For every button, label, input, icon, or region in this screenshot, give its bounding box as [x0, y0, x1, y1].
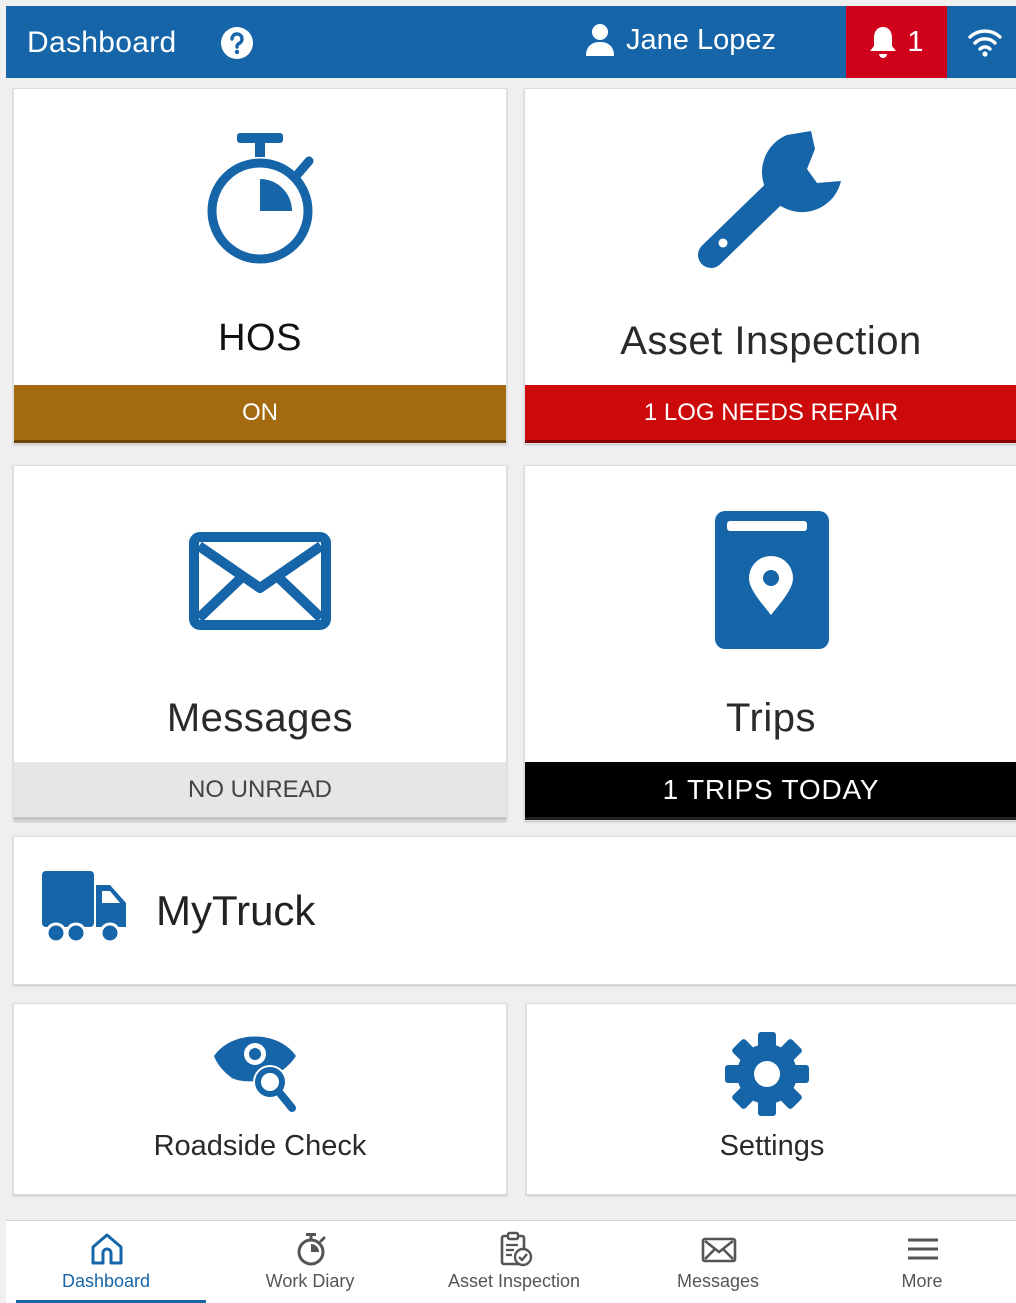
nav-messages-label: Messages: [676, 1271, 760, 1291]
user-profile-button[interactable]: Jane Lopez: [586, 20, 776, 60]
messages-label: Messages: [166, 696, 354, 740]
wrench-icon: [698, 131, 841, 268]
roadside-check-tile[interactable]: Roadside Check: [13, 1003, 507, 1195]
nav-asset-inspection[interactable]: Asset Inspection: [414, 1221, 614, 1303]
help-circle-icon[interactable]: [220, 26, 254, 60]
user-name: Jane Lopez: [626, 23, 776, 56]
nav-more-label: More: [901, 1271, 943, 1291]
nav-work-diary[interactable]: Work Diary: [210, 1221, 410, 1303]
top-app-bar: Dashboard Jane Lopez 1: [6, 6, 1016, 78]
nav-messages[interactable]: Messages: [618, 1221, 818, 1303]
mytruck-label: MyTruck: [156, 887, 316, 934]
user-icon: [586, 24, 614, 56]
clipboard-check-icon: [500, 1231, 533, 1267]
settings-label: Settings: [719, 1130, 825, 1162]
envelope-icon: [189, 532, 331, 630]
hos-status-bar: ON: [14, 385, 506, 443]
bell-icon: [870, 27, 897, 58]
mytruck-tile[interactable]: MyTruck: [13, 836, 1016, 985]
page-title: Dashboard: [27, 26, 177, 59]
wifi-icon: [968, 29, 1002, 57]
home-icon: [91, 1233, 123, 1265]
nav-asset-inspection-label: Asset Inspection: [447, 1271, 581, 1291]
asset-inspection-tile[interactable]: Asset Inspection 1 LOG NEEDS REPAIR: [524, 88, 1016, 444]
notifications-button[interactable]: 1: [846, 6, 947, 78]
bottom-navigation: Dashboard Work Diary Asset Inspection Me…: [6, 1220, 1016, 1303]
gear-icon: [725, 1032, 809, 1116]
notification-count: 1: [907, 25, 924, 58]
roadside-check-label: Roadside Check: [153, 1130, 367, 1162]
trips-label: Trips: [726, 696, 816, 740]
nav-work-diary-label: Work Diary: [265, 1271, 355, 1291]
messages-tile[interactable]: Messages NO UNREAD: [13, 465, 507, 821]
trips-status-bar: 1 TRIPS TODAY: [525, 762, 1016, 820]
map-book-icon: [715, 511, 829, 649]
hos-label: HOS: [218, 317, 302, 359]
menu-icon: [908, 1238, 938, 1260]
nav-more[interactable]: More: [822, 1221, 1016, 1303]
truck-icon: [42, 871, 126, 944]
nav-dashboard[interactable]: Dashboard: [6, 1221, 206, 1303]
asset-inspection-status-bar: 1 LOG NEEDS REPAIR: [525, 385, 1016, 443]
envelope-icon: [701, 1237, 737, 1263]
hos-tile[interactable]: HOS ON: [13, 88, 507, 444]
nav-dashboard-label: Dashboard: [61, 1271, 151, 1291]
settings-tile[interactable]: Settings: [526, 1003, 1016, 1195]
messages-status-bar: NO UNREAD: [14, 762, 506, 820]
stopwatch-icon: [207, 133, 314, 264]
stopwatch-icon: [297, 1233, 326, 1266]
trips-tile[interactable]: Trips 1 TRIPS TODAY: [524, 465, 1016, 821]
asset-inspection-label: Asset Inspection: [620, 319, 922, 363]
eye-search-icon: [214, 1036, 296, 1112]
